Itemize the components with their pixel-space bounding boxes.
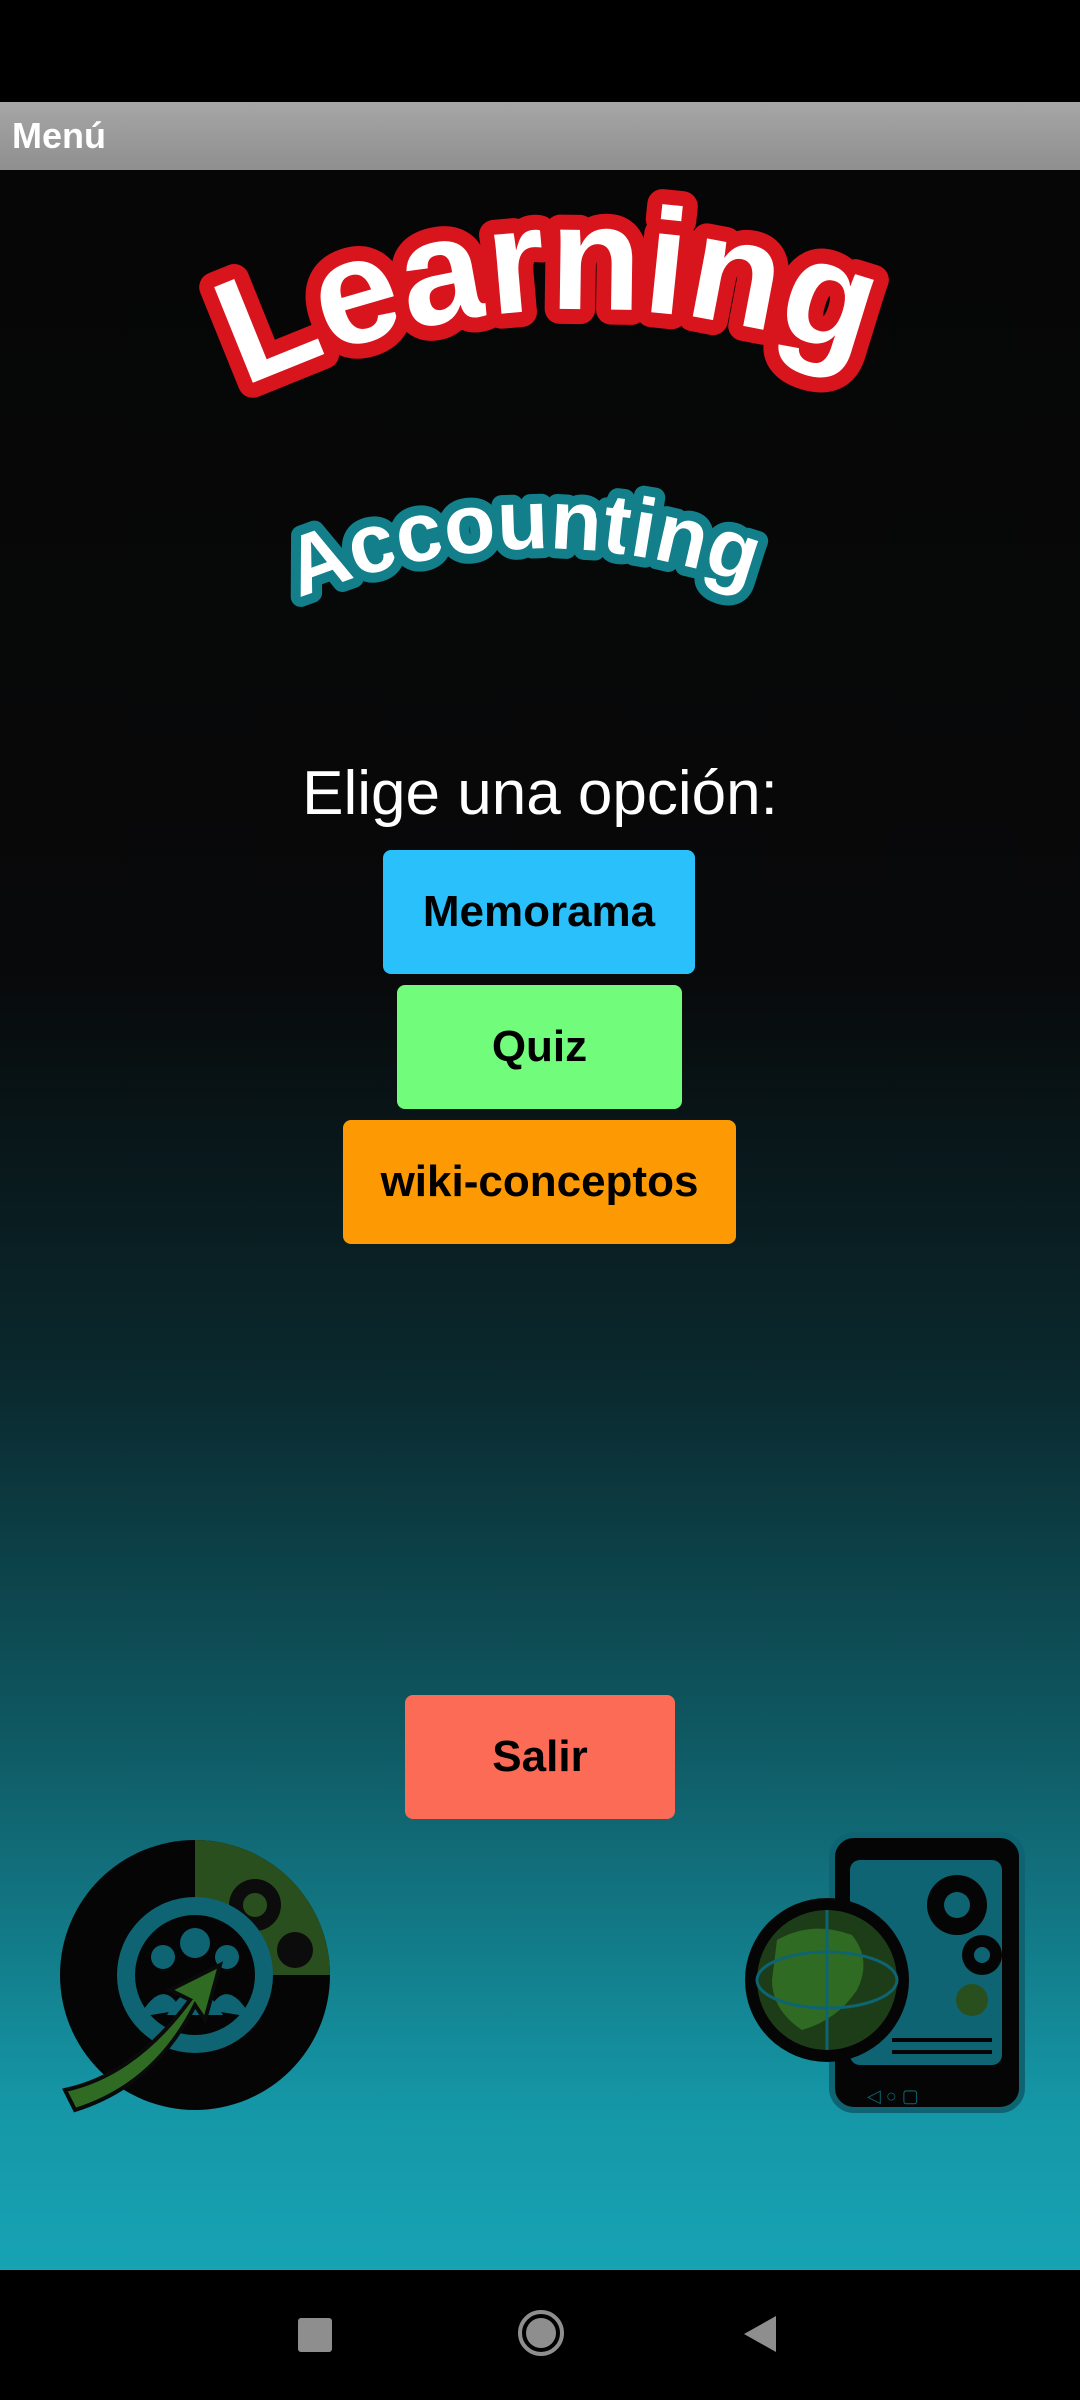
svg-text:◁ ○ ▢: ◁ ○ ▢ xyxy=(867,2086,919,2106)
learning-accounting-logo: Learning Accounting xyxy=(178,175,916,625)
status-bar xyxy=(0,0,1080,102)
window-title: Menú xyxy=(12,115,106,156)
quiz-button[interactable]: Quiz xyxy=(397,985,682,1109)
logo-text-accounting: Accounting xyxy=(273,472,773,614)
wiki-conceptos-button[interactable]: wiki-conceptos xyxy=(343,1120,736,1244)
globe-gears-tablet-icon: ◁ ○ ▢ xyxy=(745,1832,1025,2113)
app-screen: Menú Learning Accounting Elige una opció… xyxy=(0,0,1080,2400)
memorama-button[interactable]: Memorama xyxy=(383,850,695,974)
back-triangle-icon[interactable] xyxy=(740,2313,780,2355)
menu-prompt: Elige una opción: xyxy=(302,759,778,828)
home-circle-icon[interactable] xyxy=(517,2309,565,2357)
recent-apps-icon[interactable] xyxy=(298,2318,332,2352)
salir-button[interactable]: Salir xyxy=(405,1695,675,1819)
logo-text-learning: Learning xyxy=(193,175,901,416)
team-growth-gear-icon xyxy=(60,1840,330,2113)
title-bar: Menú xyxy=(0,102,1080,170)
